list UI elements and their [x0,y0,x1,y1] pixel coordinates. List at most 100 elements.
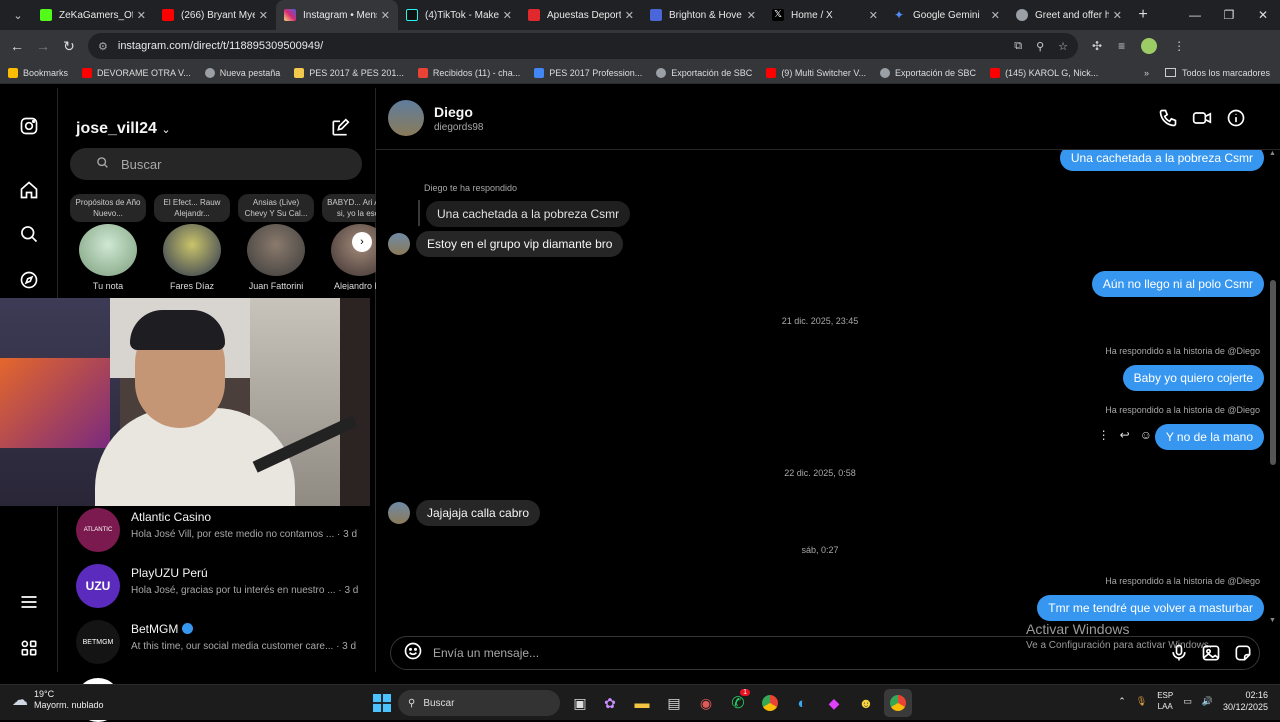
tab-gemini[interactable]: ✦ Google Gemini ✕ [886,0,1008,30]
image-icon[interactable] [1201,643,1221,668]
whatsapp-icon[interactable]: ✆ 1 [724,689,752,717]
chat-name[interactable]: Diego [434,104,473,120]
copilot-icon[interactable]: ✿ [596,689,624,717]
app-icon[interactable]: ☻ [852,689,880,717]
store-icon[interactable]: ▤ [660,689,688,717]
close-icon[interactable]: ✕ [381,9,390,22]
note-item[interactable]: Propósitos de Año Nuevo... Tu nota [70,194,146,290]
bookmark-item[interactable]: Nueva pestaña [204,67,280,78]
quoted-message[interactable]: Una cachetada a la pobreza Csmr [426,201,631,227]
avatar[interactable] [388,100,424,136]
more-options-icon[interactable]: ⋮ [1098,428,1110,442]
microphone-icon[interactable] [1169,643,1189,668]
bookmark-item[interactable]: Bookmarks [8,67,68,78]
close-icon[interactable]: ✕ [137,9,146,22]
incoming-message[interactable]: Jajajaja calla cabro [416,500,541,526]
install-app-icon[interactable]: ⧉ [1014,40,1022,53]
phone-icon[interactable] [1158,108,1178,133]
bookmark-item[interactable]: Recibidos (11) - cha... [417,67,520,78]
app-icon[interactable]: ◉ [692,689,720,717]
edge-icon[interactable]: ◐ [788,689,816,717]
outgoing-message[interactable]: Baby yo quiero cojerte [1122,365,1264,391]
bookmark-item[interactable]: (145) KAROL G, Nick... [990,67,1098,78]
bookmark-item[interactable]: PES 2017 Profession... [534,67,642,78]
chrome-icon[interactable] [884,689,912,717]
close-icon[interactable]: ✕ [259,9,268,22]
weather-widget[interactable]: ☁ 19°C Mayorm. nublado [12,689,104,711]
explore-icon[interactable] [17,268,41,292]
tab-youtube[interactable]: (266) Bryant Myer ✕ [154,0,276,30]
close-icon[interactable]: ✕ [1113,9,1122,22]
conversation-item[interactable]: ATLANTIC Atlantic Casino Hola José Vill,… [76,502,376,558]
close-icon[interactable]: ✕ [625,9,634,22]
tab-search-button[interactable]: ⌄ [4,3,32,27]
new-message-icon[interactable] [330,118,350,143]
extensions-icon[interactable]: ✣ [1092,39,1102,53]
tab-kick[interactable]: ZeKaGamers_Ofic ✕ [32,0,154,30]
message-input[interactable]: Envía un mensaje... [390,636,1260,670]
outgoing-message[interactable]: Una cachetada a la pobreza Csmr [1059,150,1264,171]
clock[interactable]: 02:16 30/12/2025 [1223,689,1268,713]
tab-apuestas[interactable]: Apuestas Deporti ✕ [520,0,642,30]
bookmark-item[interactable]: Exportación de SBC [656,67,752,78]
volume-icon[interactable]: 🔊 [1202,696,1213,707]
scroll-down-icon[interactable]: ▼ [1269,617,1276,624]
bookmark-item[interactable]: DEVORAME OTRA V... [82,67,191,78]
note-item[interactable]: Ansias (Live) Chevy Y Su Cal... Juan Fat… [238,194,314,290]
tab-greet[interactable]: Greet and offer h ✕ [1008,0,1130,30]
chevron-right-icon[interactable]: › [352,232,372,252]
close-icon[interactable]: ✕ [869,9,878,22]
more-bookmarks-button[interactable]: » [1144,68,1149,78]
reply-icon[interactable]: ↩ [1120,428,1130,442]
react-emoji-icon[interactable]: ☺ [1140,428,1152,442]
scrollbar[interactable]: ▲ ▼ [1268,150,1278,624]
address-bar[interactable]: ⚙ instagram.com/direct/t/118895309500949… [88,33,1078,59]
chevron-up-icon[interactable]: ⌃ [1118,696,1126,707]
minimize-icon[interactable]: — [1178,0,1212,30]
account-switcher[interactable]: jose_vill24 ⌄ [76,120,171,138]
note-item[interactable]: El Efect... Rauw Alejandr... Fares Díaz [154,194,230,290]
zoom-icon[interactable]: ⚲ [1036,40,1044,53]
network-icon[interactable]: ▭ [1183,696,1192,707]
home-icon[interactable] [17,178,41,202]
close-window-icon[interactable]: ✕ [1246,0,1280,30]
outgoing-message[interactable]: Tmr me tendré que volver a masturbar [1037,595,1264,621]
back-icon[interactable]: ← [4,38,30,54]
all-bookmarks-button[interactable]: Todos los marcadores [1164,68,1270,78]
menu-icon[interactable]: ⋮ [1173,39,1185,53]
task-view-icon[interactable]: ▣ [566,689,594,717]
close-icon[interactable]: ✕ [503,9,512,22]
reload-icon[interactable]: ↻ [56,38,82,55]
outgoing-message[interactable]: Aún no llego ni al polo Csmr [1091,271,1264,297]
chrome-icon[interactable] [756,689,784,717]
scroll-thumb[interactable] [1270,280,1276,465]
incoming-message[interactable]: Estoy en el grupo vip diamante bro [416,231,624,257]
language-indicator[interactable]: ESP LAA [1157,690,1173,712]
search-input[interactable]: Buscar [70,148,362,180]
info-icon[interactable] [1226,108,1246,133]
emoji-icon[interactable] [403,641,423,666]
bookmark-item[interactable]: Exportación de SBC [880,67,976,78]
app-icon[interactable]: ◆ [820,689,848,717]
forward-icon[interactable]: → [30,38,56,54]
also-from-meta-icon[interactable] [17,636,41,660]
close-icon[interactable]: ✕ [991,9,1000,22]
bookmark-item[interactable]: PES 2017 & PES 201... [294,67,404,78]
instagram-logo-icon[interactable] [17,114,41,138]
conversation-item[interactable]: BETMGM BetMGM At this time, our social m… [76,614,376,670]
video-call-icon[interactable] [1192,108,1212,133]
tab-brighton[interactable]: Brighton & Hove ✕ [642,0,764,30]
file-explorer-icon[interactable]: ▬ [628,689,656,717]
bookmark-item[interactable]: (9) Multi Switcher V... [766,67,866,78]
search-icon[interactable] [17,222,41,246]
sticker-icon[interactable] [1233,643,1253,668]
tab-x[interactable]: 𝕏 Home / X ✕ [764,0,886,30]
media-controls-icon[interactable]: ≡ [1118,39,1125,53]
profile-avatar[interactable] [1141,38,1158,54]
bookmark-star-icon[interactable]: ☆ [1058,40,1068,53]
site-info-icon[interactable]: ⚙ [98,40,108,53]
taskbar-search[interactable]: ⚲ Buscar [398,690,560,716]
maximize-icon[interactable]: ❐ [1212,0,1246,30]
outgoing-message[interactable]: Y no de la mano [1154,424,1264,450]
menu-icon[interactable] [17,590,41,614]
